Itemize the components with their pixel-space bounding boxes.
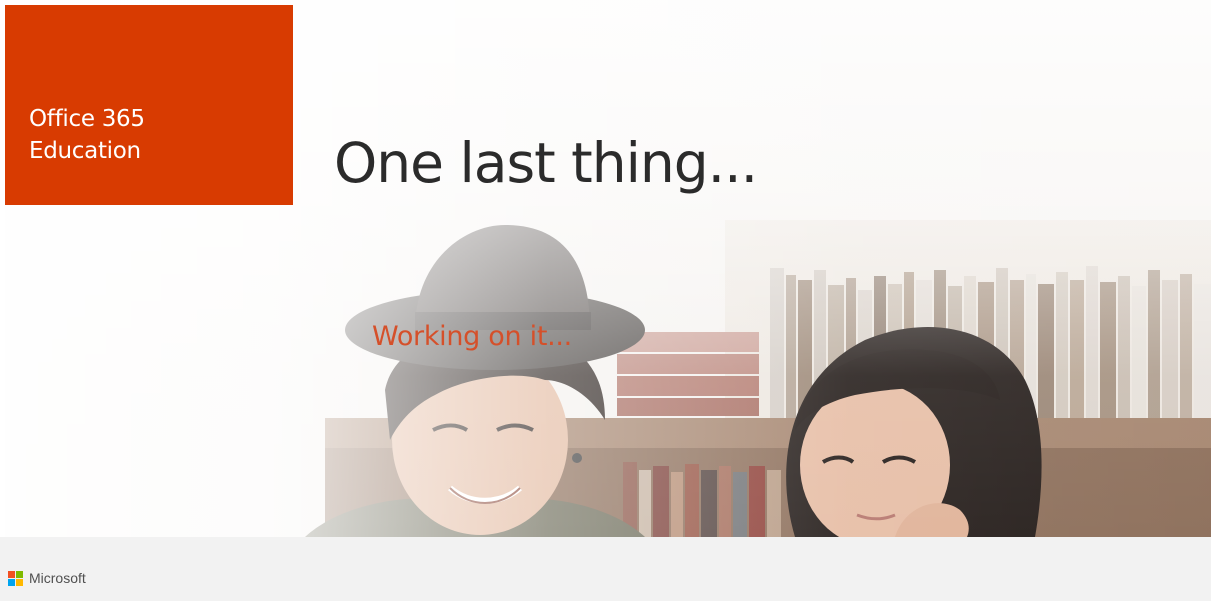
microsoft-logo-icon [8, 570, 23, 586]
page-title: One last thing... [334, 131, 758, 195]
sign-in-page: Office 365 Education One last thing... W… [0, 0, 1211, 601]
office-365-education-tile: Office 365 Education [5, 5, 293, 205]
footer-bar: Microsoft [0, 537, 1211, 601]
product-name-line2: Education [29, 138, 141, 164]
status-message: Working on it... [372, 321, 572, 352]
product-name-line1: Office 365 [29, 106, 145, 132]
microsoft-logo: Microsoft [8, 569, 86, 587]
microsoft-wordmark: Microsoft [29, 570, 86, 586]
